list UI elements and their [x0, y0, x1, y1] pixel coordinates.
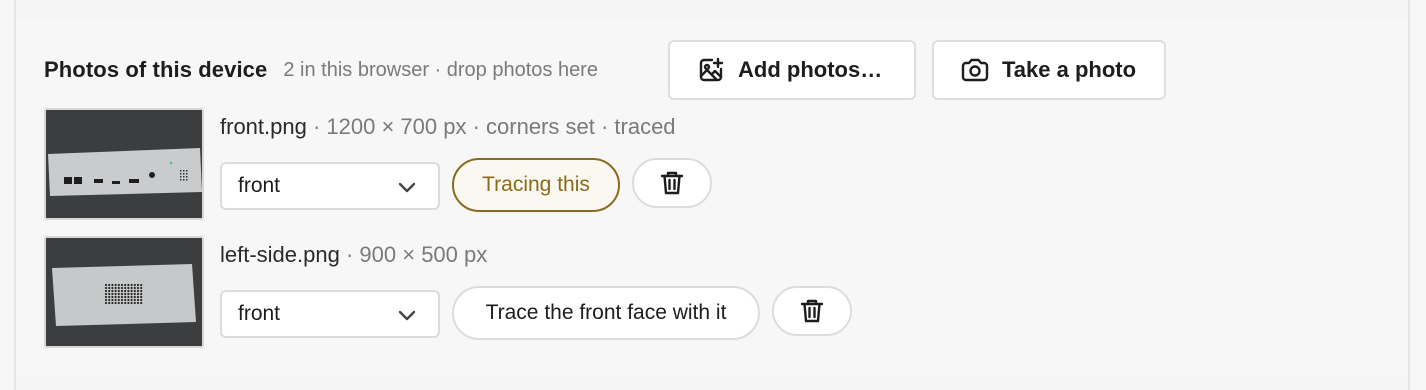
photo-thumbnail[interactable] — [44, 108, 204, 220]
trace-toggle-button[interactable]: Tracing this — [452, 158, 620, 212]
photo-details: · 900 × 500 px — [345, 242, 488, 267]
face-select-value: front — [238, 302, 281, 325]
photos-header: Photos of this device 2 in this browser … — [44, 40, 598, 100]
photo-meta: left-side.png · 900 × 500 px — [220, 242, 487, 268]
trace-toggle-label: Tracing this — [482, 173, 590, 196]
delete-photo-button[interactable] — [632, 158, 712, 208]
section-title: Photos of this device — [44, 57, 268, 82]
trash-icon — [800, 299, 824, 323]
add-photos-label: Add photos… — [738, 57, 883, 82]
delete-photo-button[interactable] — [772, 286, 852, 336]
face-select[interactable]: front — [220, 162, 440, 210]
photo-details: · 1200 × 700 px · corners set · traced — [312, 114, 676, 139]
photo-filename: front.png — [220, 114, 307, 139]
photo-filename: left-side.png — [220, 242, 340, 267]
trace-toggle-label: Trace the front face with it — [485, 301, 727, 324]
photo-meta: front.png · 1200 × 700 px · corners set … — [220, 114, 676, 140]
next-section-frame — [14, 376, 1410, 390]
add-photos-button[interactable]: Add photos… — [668, 40, 916, 100]
face-select-value: front — [238, 174, 281, 197]
photo-thumbnail[interactable] — [44, 236, 204, 348]
chevron-down-icon — [398, 310, 416, 321]
add-image-icon — [696, 55, 726, 85]
trash-icon — [660, 171, 684, 195]
trace-toggle-button[interactable]: Trace the front face with it — [452, 286, 760, 340]
previous-section-frame — [14, 0, 1410, 20]
face-select[interactable]: front — [220, 290, 440, 338]
section-hint: 2 in this browser · drop photos here — [283, 58, 598, 81]
camera-icon — [960, 55, 990, 85]
chevron-down-icon — [398, 182, 416, 193]
take-photo-label: Take a photo — [1002, 57, 1137, 82]
take-photo-button[interactable]: Take a photo — [932, 40, 1166, 100]
